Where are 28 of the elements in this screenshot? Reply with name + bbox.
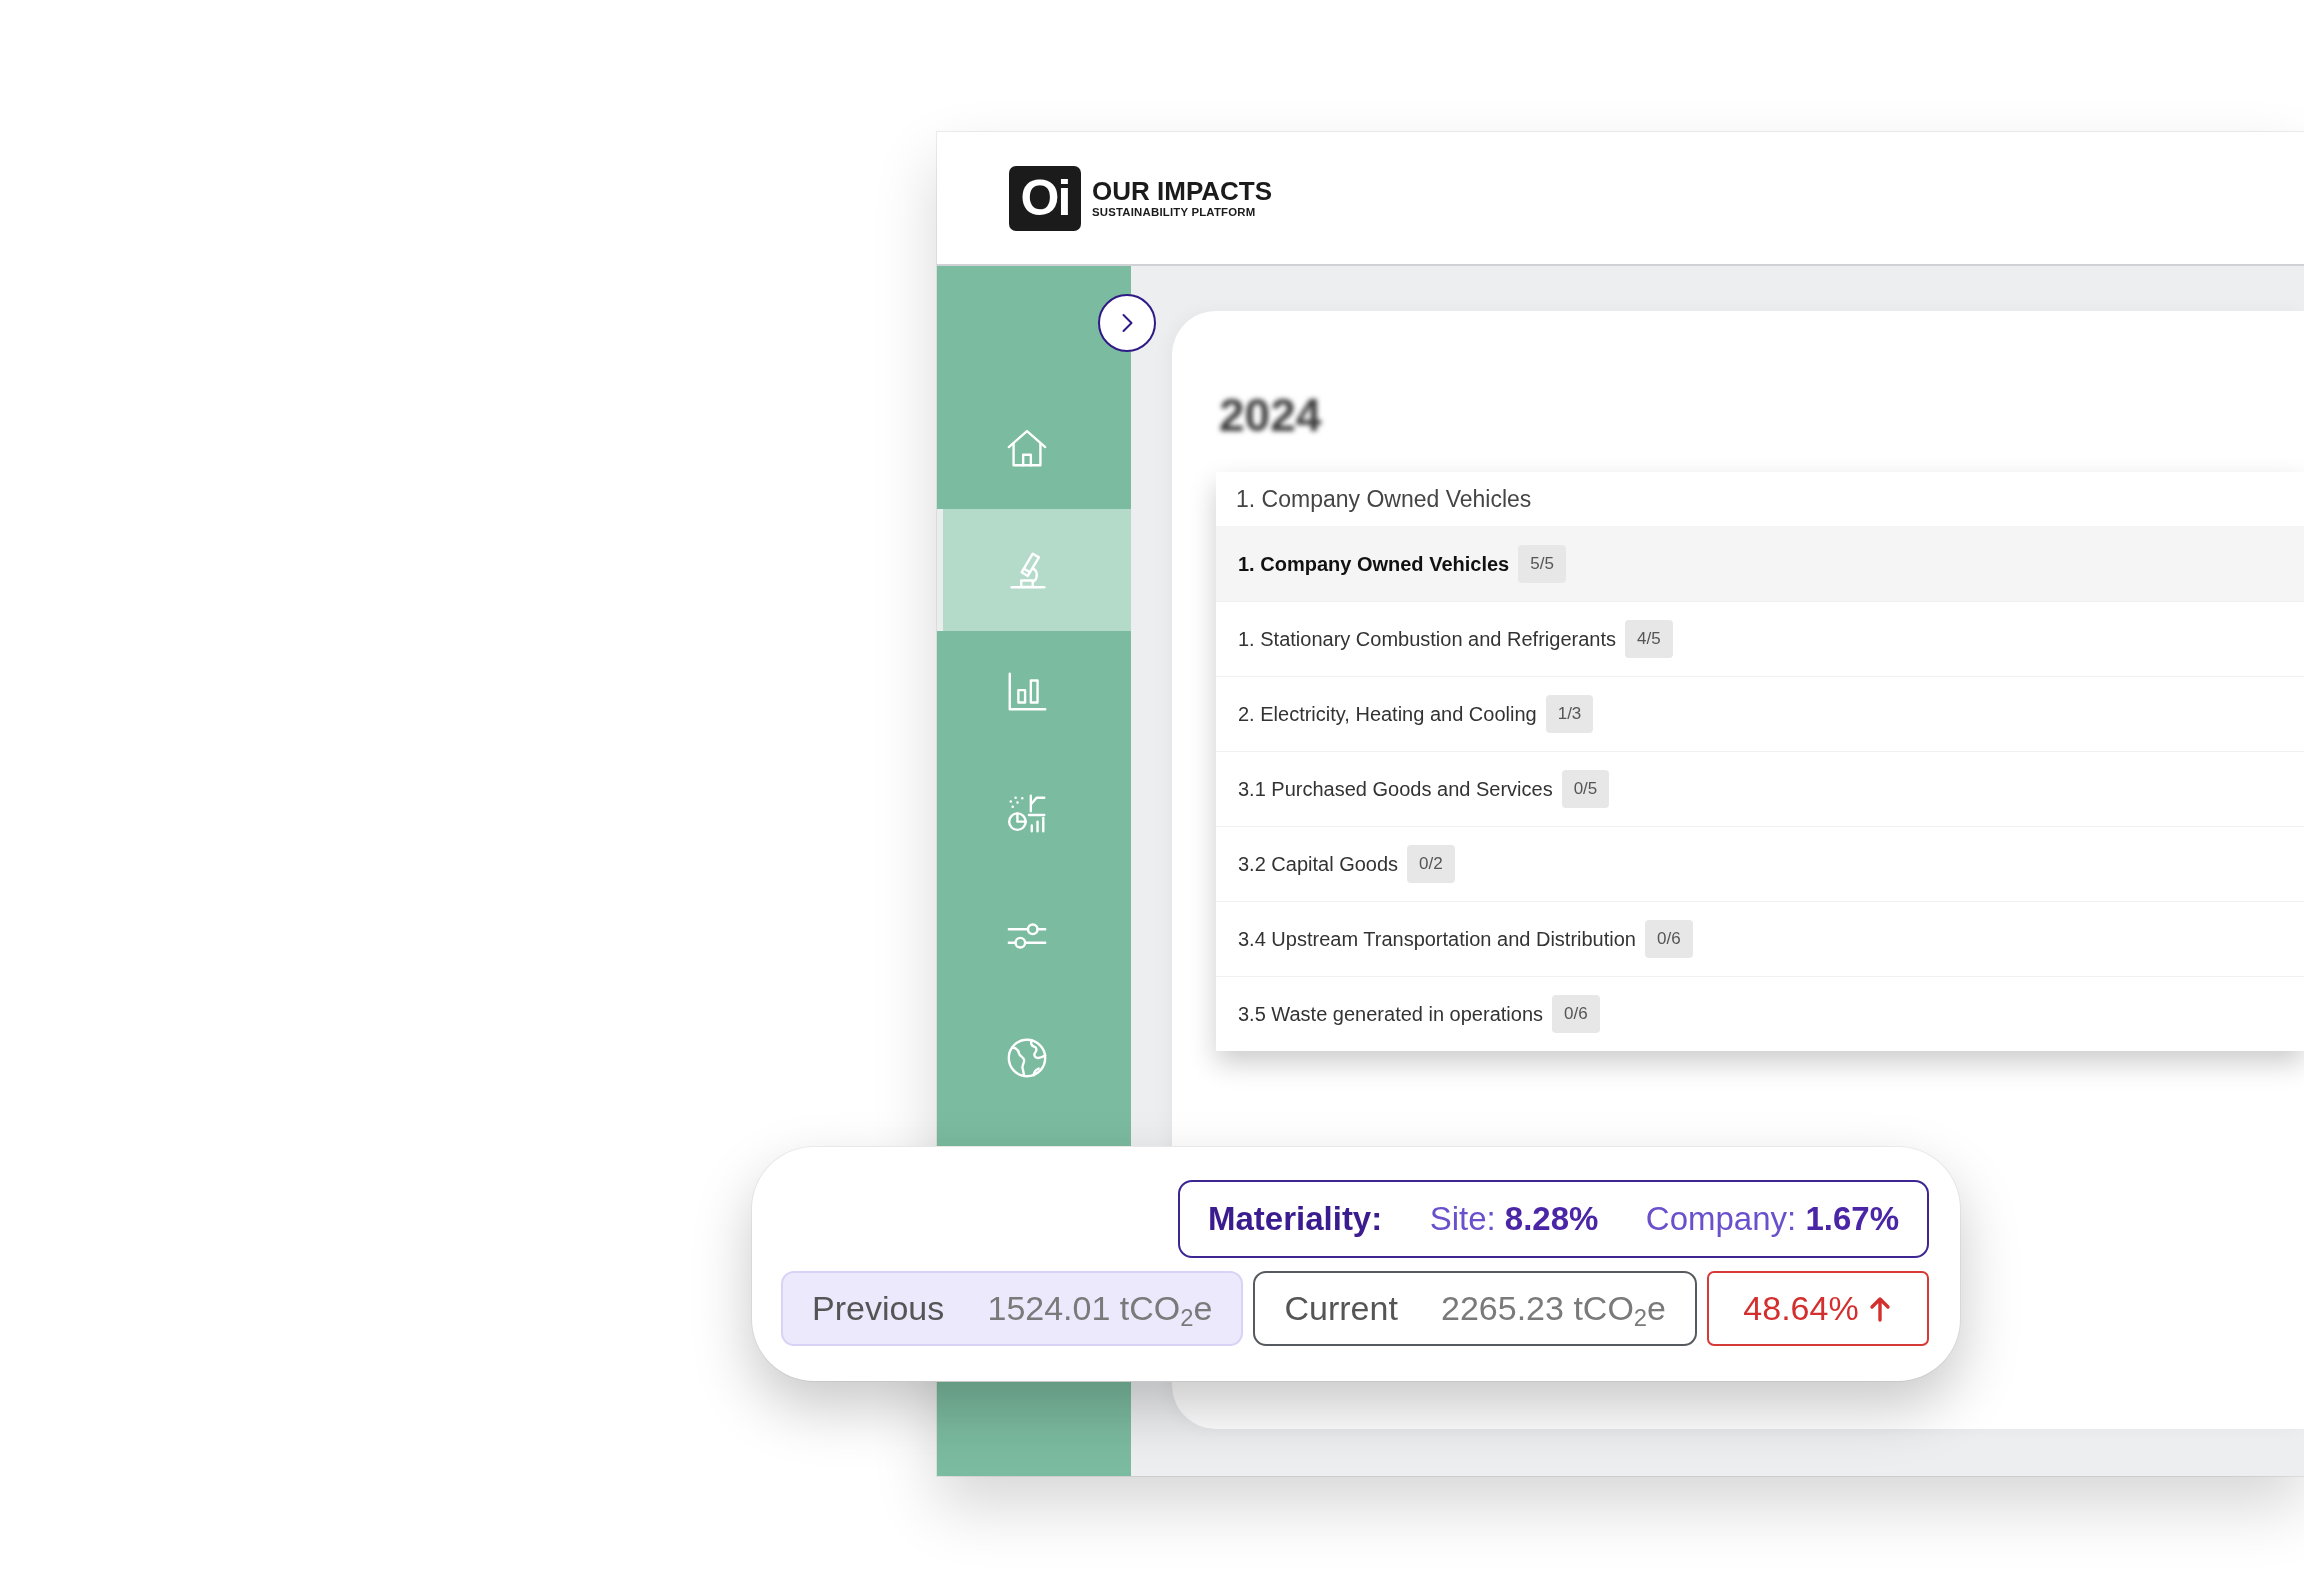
progress-count: 5/5 — [1518, 545, 1566, 583]
list-item[interactable]: 1. Stationary Combustion and Refrigerants 4/5 — [1216, 601, 2304, 676]
list-item[interactable]: 3.5 Waste generated in operations 0/6 — [1216, 976, 2304, 1051]
site-materiality: Site: 8.28% — [1429, 1199, 1599, 1240]
sidebar-item[interactable] — [937, 509, 1131, 631]
logo-title: OUR IMPACTS — [1092, 177, 1273, 204]
company-materiality: Company: 1.67% — [1645, 1199, 1899, 1240]
progress-count: 0/2 — [1407, 845, 1455, 883]
list-item[interactable]: 2. Electricity, Heating and Cooling 1/3 — [1216, 676, 2304, 751]
logo-tagline: SUSTAINABILITY PLATFORM — [1092, 206, 1257, 219]
progress-count: 0/6 — [1552, 995, 1600, 1033]
total-value: 1524.01 tCO$_{2}$e — [987, 1288, 1213, 1333]
progress-count: 1/3 — [1545, 695, 1594, 733]
total-value: 2265.23 tCO$_{2}$e — [1441, 1288, 1666, 1333]
materiality-label: Materiality: — [1208, 1199, 1383, 1240]
change-value: 48.64% — [1743, 1288, 1859, 1329]
list-item[interactable]: 3.1 Purchased Goods and Services 0/5 — [1216, 751, 2304, 826]
progress-count: 0/6 — [1645, 920, 1693, 958]
list-heading: 1. Company Owned Vehicles — [1235, 484, 1533, 514]
year-heading: 2024 — [1219, 388, 1322, 443]
list-item[interactable]: 3.4 Upstream Transportation and Distribution 0/6 — [1216, 901, 2304, 976]
list-item[interactable]: 1. Company Owned Vehicles 5/5 — [1216, 526, 2304, 601]
list-item[interactable]: 3.2 Capital Goods 0/2 — [1216, 826, 2304, 901]
progress-count: 0/5 — [1561, 770, 1610, 808]
total-label: Previous — [812, 1288, 945, 1329]
total-label: Current — [1284, 1288, 1398, 1329]
progress-count: 4/5 — [1625, 620, 1673, 658]
logo-mark: Oi — [1009, 165, 1081, 231]
